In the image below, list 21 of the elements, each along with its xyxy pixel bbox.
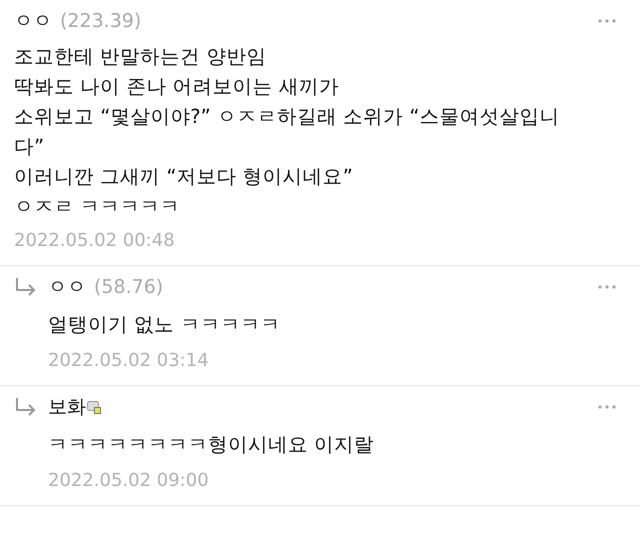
- comment-text: 소위보고 “몇살이야?” ㅇㅈㄹ하길래 소위가 “스물여섯살입니: [14, 104, 560, 130]
- more-options-icon[interactable]: [598, 285, 616, 289]
- comment-date: 2022.05.02 03:14: [47, 349, 210, 373]
- more-options-icon[interactable]: [598, 19, 616, 23]
- comment-date: 2022.05.02 00:48: [13, 229, 176, 253]
- comment-text: ㅇㅈㄹ ㅋㅋㅋㅋㅋ: [14, 194, 182, 220]
- comment-date: 2022.05.02 09:00: [47, 469, 210, 493]
- author-score: (223.39): [60, 10, 142, 32]
- comment-text: 딱봐도 나이 존나 어려보이는 새끼가: [14, 74, 340, 100]
- reply-arrow-icon: [14, 277, 38, 297]
- author-name[interactable]: ㅇㅇ: [14, 8, 52, 34]
- comment-text: ㅋㅋㅋㅋㅋㅋㅋㅋ형이시네요 이지랄: [48, 432, 376, 458]
- more-options-icon[interactable]: [598, 405, 616, 409]
- reply-arrow-icon: [14, 397, 38, 417]
- comment-text: 이러니깐 그새끼 “저보다 형이시네요”: [14, 164, 354, 190]
- comment-text: 얼탱이기 없노 ㅋㅋㅋㅋㅋ: [48, 312, 282, 338]
- author-name[interactable]: 보화: [48, 394, 86, 420]
- author-name[interactable]: ㅇㅇ: [48, 274, 86, 300]
- comment-text: 조교한테 반말하는건 양반임: [14, 44, 268, 70]
- comment-text: 다”: [14, 134, 46, 160]
- author-score: (58.76): [94, 276, 164, 298]
